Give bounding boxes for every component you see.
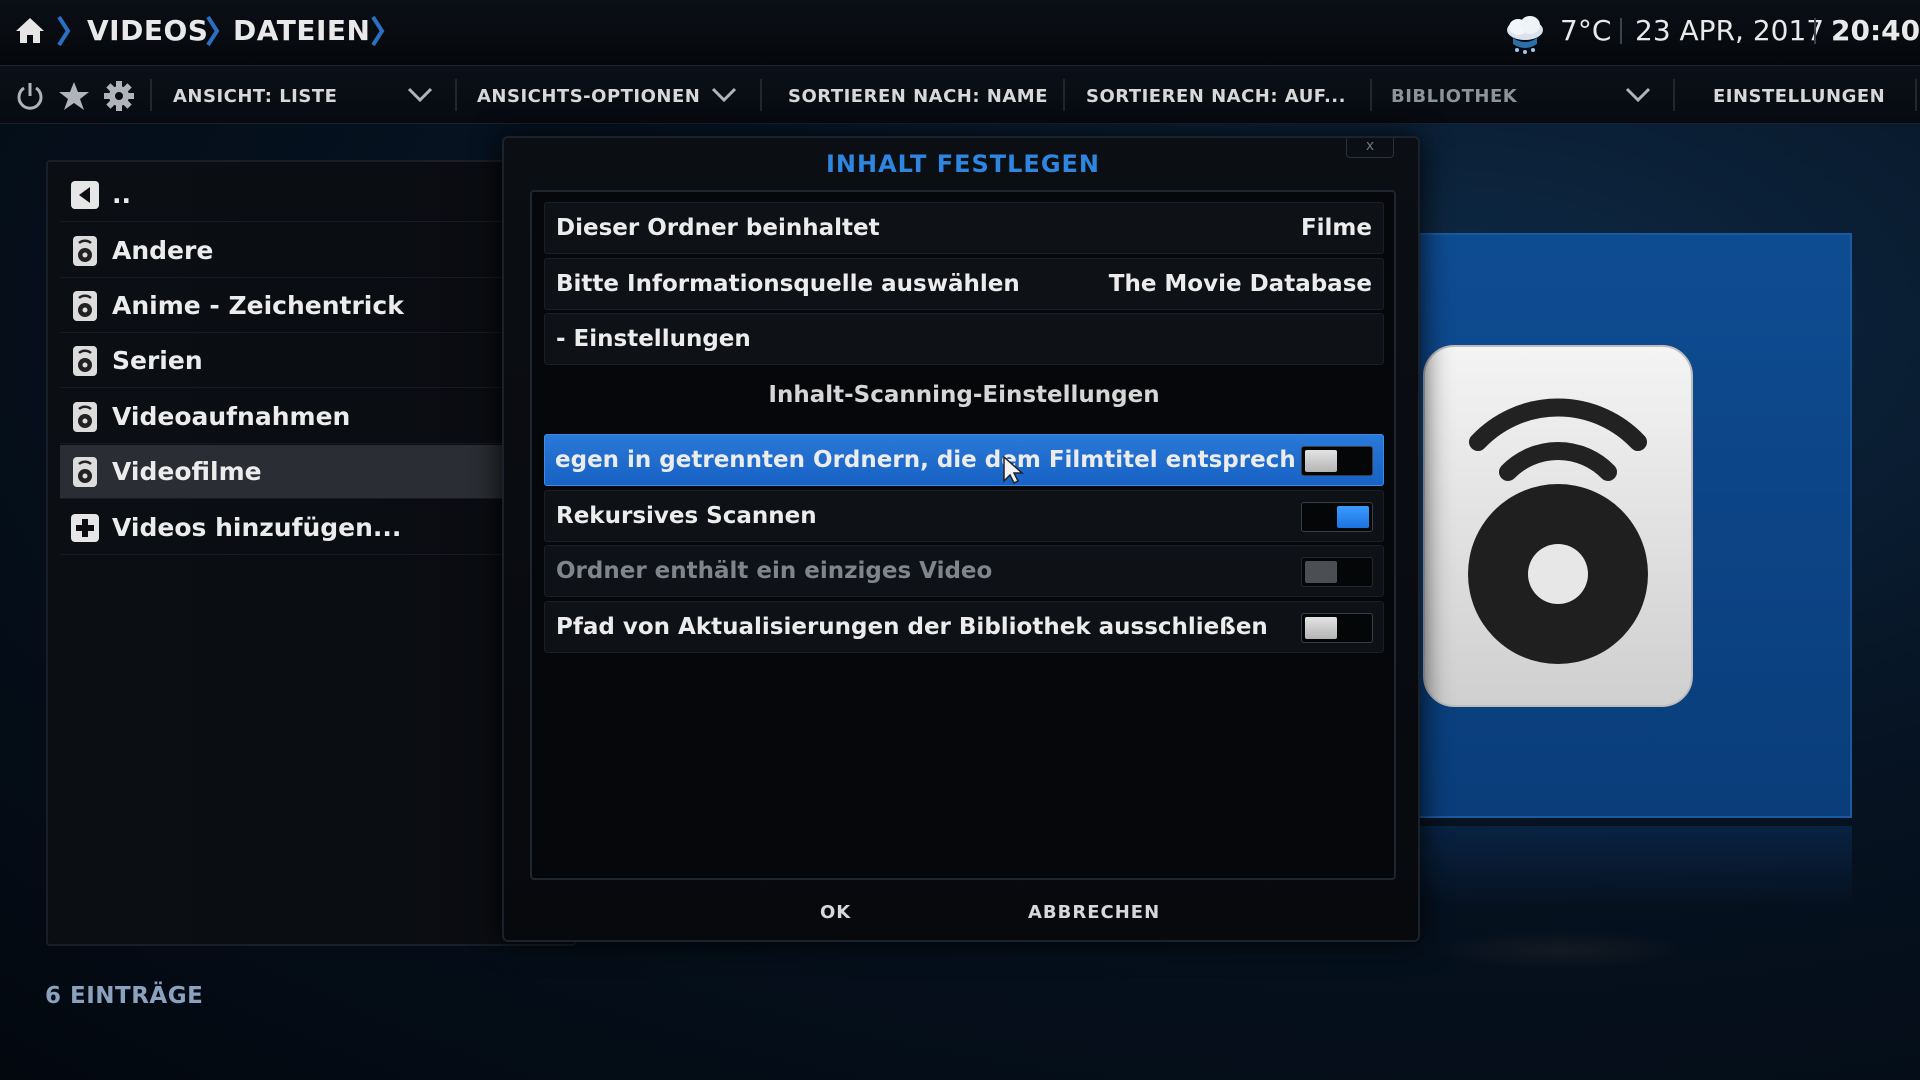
- chevron-right-icon: [371, 15, 385, 47]
- divider: [1063, 79, 1065, 111]
- item-count: 6 EINTRÄGE: [45, 983, 204, 1009]
- option-label: Ordner enthält ein einziges Video: [556, 558, 993, 584]
- star-icon[interactable]: [58, 80, 90, 112]
- toggle-knob: [1305, 617, 1337, 639]
- settings-row[interactable]: - Einstellungen: [544, 313, 1384, 365]
- option-value: Filme: [1300, 215, 1372, 241]
- divider: [1915, 79, 1917, 111]
- toggle-knob: [1305, 561, 1337, 583]
- list-item-label: Serien: [112, 346, 203, 375]
- dialog-title: INHALT FESTLEGEN: [825, 150, 1101, 178]
- speaker-icon: [73, 291, 97, 321]
- sort-by-button[interactable]: SORTIEREN NACH: NAME: [788, 86, 1048, 107]
- list-item-serien[interactable]: Serien: [60, 334, 560, 388]
- toolbar: ANSICHT: LISTE ANSICHTS-OPTIONEN SORTIER…: [0, 66, 1920, 124]
- option-label: Pfad von Aktualisierungen der Bibliothek…: [556, 614, 1268, 640]
- chevron-right-icon: [57, 15, 71, 47]
- top-bar: VIDEOS DATEIEN 7°C 23 APR, 2017 20:40: [0, 0, 1920, 66]
- cancel-button[interactable]: ABBRECHEN: [1028, 902, 1160, 923]
- option-label: - Einstellungen: [556, 326, 751, 352]
- breadcrumb-videos[interactable]: VIDEOS: [87, 14, 208, 47]
- list-item-andere[interactable]: Andere: [60, 224, 560, 278]
- clock: 20:40: [1831, 14, 1920, 47]
- divider: [1620, 18, 1622, 44]
- divider: [1814, 18, 1816, 44]
- chevron-right-icon: [206, 15, 220, 47]
- list-item-label: Anime - Zeichentrick: [112, 291, 404, 320]
- breadcrumb-dateien[interactable]: DATEIEN: [233, 14, 370, 47]
- close-button[interactable]: x: [1346, 138, 1394, 158]
- divider: [150, 79, 152, 111]
- preview-shadow: [1436, 930, 1686, 970]
- ok-button[interactable]: OK: [820, 902, 851, 923]
- list-item-label: Videos hinzufügen...: [112, 513, 402, 542]
- back-arrow-icon: [71, 181, 99, 209]
- toggle-switch[interactable]: [1301, 613, 1373, 643]
- option-label: Dieser Ordner beinhaltet: [556, 215, 880, 241]
- temperature: 7°C: [1560, 14, 1612, 47]
- speaker-icon: [73, 402, 97, 432]
- option-value: The Movie Database: [1108, 271, 1372, 297]
- divider: [1673, 79, 1675, 111]
- list-item-label: ..: [112, 180, 131, 209]
- section-header: Inhalt-Scanning-Einstellungen: [768, 382, 1160, 408]
- power-icon[interactable]: [14, 80, 46, 112]
- library-button[interactable]: BIBLIOTHEK: [1391, 86, 1517, 107]
- recursive-scan-toggle-row[interactable]: Rekursives Scannen: [544, 490, 1384, 542]
- divider: [1370, 79, 1372, 111]
- list-item-videofilme[interactable]: Videofilme: [60, 445, 560, 499]
- divider: [455, 79, 457, 111]
- list-item-parent[interactable]: ..: [60, 168, 560, 222]
- chevron-down-icon[interactable]: [407, 84, 433, 106]
- toggle-switch[interactable]: [1301, 446, 1373, 476]
- info-source-row[interactable]: Bitte Informationsquelle auswählen The M…: [544, 258, 1384, 310]
- chevron-down-icon[interactable]: [711, 84, 737, 106]
- option-label: Bitte Informationsquelle auswählen: [556, 271, 1020, 297]
- settings-button[interactable]: EINSTELLUNGEN: [1713, 86, 1885, 107]
- content-type-row[interactable]: Dieser Ordner beinhaltet Filme: [544, 202, 1384, 254]
- list-item-videoaufnahmen[interactable]: Videoaufnahmen: [60, 390, 560, 444]
- toggle-knob: [1337, 506, 1369, 528]
- exclude-library-updates-toggle-row[interactable]: Pfad von Aktualisierungen der Bibliothek…: [544, 601, 1384, 653]
- list-item-anime[interactable]: Anime - Zeichentrick: [60, 279, 560, 333]
- dialog-options: Dieser Ordner beinhaltet Filme Bitte Inf…: [530, 190, 1396, 880]
- mouse-cursor-icon: [1003, 455, 1024, 485]
- view-mode-button[interactable]: ANSICHT: LISTE: [173, 86, 337, 107]
- list-item-label: Videoaufnahmen: [112, 402, 351, 431]
- gear-icon[interactable]: [103, 80, 135, 112]
- cloud-snow-icon: [1507, 16, 1543, 54]
- set-content-dialog: INHALT FESTLEGEN x Dieser Ordner beinhal…: [502, 136, 1420, 942]
- list-item-label: Andere: [112, 236, 214, 265]
- toggle-knob: [1305, 450, 1337, 472]
- speaker-icon: [73, 236, 97, 266]
- option-label: egen in getrennten Ordnern, die dem Film…: [555, 447, 1295, 473]
- list-item-add-videos[interactable]: Videos hinzufügen...: [60, 501, 560, 555]
- option-label: Rekursives Scannen: [556, 503, 817, 529]
- toggle-switch[interactable]: [1301, 502, 1373, 532]
- toggle-switch: [1301, 557, 1373, 587]
- speaker-icon: [73, 457, 97, 487]
- chevron-down-icon[interactable]: [1625, 84, 1651, 106]
- home-icon[interactable]: [14, 14, 46, 46]
- divider: [760, 79, 762, 111]
- plus-icon: [71, 514, 99, 542]
- view-options-button[interactable]: ANSICHTS-OPTIONEN: [477, 86, 700, 107]
- sort-order-button[interactable]: SORTIEREN NACH: AUF...: [1086, 86, 1346, 107]
- list-item-label: Videofilme: [112, 457, 262, 486]
- movies-separate-folders-toggle-row[interactable]: egen in getrennten Ordnern, die dem Film…: [544, 434, 1384, 486]
- file-list: .. Andere Anime - Zeichentrick Serien Vi…: [46, 160, 576, 946]
- speaker-icon: [1423, 345, 1693, 707]
- speaker-icon: [73, 346, 97, 376]
- single-video-toggle-row: Ordner enthält ein einziges Video: [544, 545, 1384, 597]
- date: 23 APR, 2017: [1635, 14, 1825, 47]
